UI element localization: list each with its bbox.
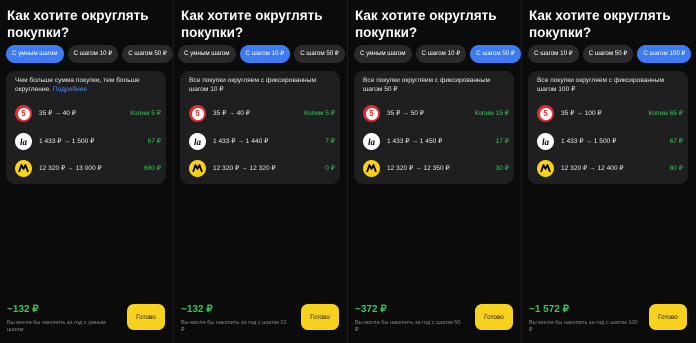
five-icon: 5 [537, 105, 554, 122]
row-amount: 1 433 ₽ → 1 500 ₽ [561, 138, 617, 145]
screen-smart-step: Как хотите округлять покупки? С умным ша… [0, 0, 174, 343]
chip-smart-step[interactable]: С умным шагом [354, 45, 412, 63]
chip-step-10[interactable]: С шагом 10 ₽ [528, 45, 579, 63]
step-chip-group: С умным шагом С шагом 10 ₽ С шагом 50 ₽ [354, 45, 521, 63]
page-title: Как хотите округлять покупки? [7, 8, 149, 40]
description-text: Все покупки округляем с фиксированным ша… [189, 77, 316, 93]
done-button[interactable]: Готово [127, 304, 165, 330]
yearly-note: Вы могли бы накопить за год с шагом 100 … [529, 320, 638, 333]
yearly-total: ~132 ₽ [181, 304, 213, 315]
row-amount: 12 320 ₽ → 12 350 ₽ [387, 165, 450, 172]
rounding-card: Все покупки округляем с фиксированным ша… [354, 71, 514, 184]
example-row: 5 35 ₽ → 40 ₽ Копим 5 ₽ [15, 105, 161, 123]
example-row: 5 35 ₽ → 40 ₽ Копим 5 ₽ [189, 105, 335, 123]
la-icon: la [537, 133, 554, 150]
step-chip-group: С шагом 10 ₽ С шагом 50 ₽ С шагом 100 ₽ [528, 45, 692, 63]
yearly-note: Вы могли бы накопить за год с шагом 50 ₽ [355, 320, 461, 333]
chip-step-50[interactable]: С шагом 50 ₽ [582, 45, 634, 63]
row-amount: 35 ₽ → 100 ₽ [561, 110, 602, 117]
chip-smart-step[interactable]: С умным шагом [178, 45, 236, 63]
screens-strip: Как хотите округлять покупки? С умным ша… [0, 0, 696, 343]
chip-step-10[interactable]: С шагом 10 ₽ [415, 45, 467, 63]
row-amount: 35 ₽ → 40 ₽ [39, 110, 76, 117]
rounding-description: Все покупки округляем с фиксированным ша… [537, 76, 683, 94]
chip-step-100[interactable]: С шагом 100 ₽ [637, 45, 692, 63]
yearly-note: Вы могли бы накопить за год с шагом 10 ₽ [181, 320, 287, 333]
rounding-description: Все покупки округляем с фиксированным ша… [363, 76, 509, 94]
chip-step-10[interactable]: С шагом 10 ₽ [67, 45, 119, 63]
example-row: 12 320 ₽ → 12 400 ₽ 80 ₽ [537, 160, 683, 178]
row-amount: 12 320 ₽ → 12 400 ₽ [561, 165, 624, 172]
page-title: Как хотите округлять покупки? [529, 8, 671, 40]
row-amount: 1 433 ₽ → 1 450 ₽ [387, 138, 443, 145]
step-chip-group: С умным шагом С шагом 10 ₽ С шагом 50 ₽ [178, 45, 345, 63]
row-save: 17 ₽ [495, 138, 509, 145]
chip-step-50[interactable]: С шагом 50 ₽ [122, 45, 173, 63]
done-button[interactable]: Готово [649, 304, 687, 330]
more-link[interactable]: Подробнее [53, 86, 87, 93]
example-row: la 1 433 ₽ → 1 440 ₽ 7 ₽ [189, 133, 335, 151]
screen-step-50: Как хотите округлять покупки? С умным ша… [348, 0, 522, 343]
done-button[interactable]: Готово [475, 304, 513, 330]
row-save: 80 ₽ [669, 165, 683, 172]
rounding-card: Все покупки округляем с фиксированным ша… [528, 71, 688, 184]
done-button[interactable]: Готово [301, 304, 339, 330]
example-row: 12 320 ₽ → 13 000 ₽ 680 ₽ [15, 160, 161, 178]
row-save: 30 ₽ [495, 165, 509, 172]
screen-step-10: Как хотите округлять покупки? С умным ша… [174, 0, 348, 343]
page-title: Как хотите округлять покупки? [355, 8, 497, 40]
yearly-total: ~372 ₽ [355, 304, 387, 315]
example-row: 12 320 ₽ → 12 350 ₽ 30 ₽ [363, 160, 509, 178]
example-row: 5 35 ₽ → 50 ₽ Копим 15 ₽ [363, 105, 509, 123]
row-amount: 12 320 ₽ → 12 320 ₽ [213, 165, 276, 172]
five-icon: 5 [363, 105, 380, 122]
chip-step-50[interactable]: С шагом 50 ₽ [294, 45, 345, 63]
example-row: la 1 433 ₽ → 1 450 ₽ 17 ₽ [363, 133, 509, 151]
step-chip-group: С умным шагом С шагом 10 ₽ С шагом 50 ₽ [6, 45, 173, 63]
description-text: Все покупки округляем с фиксированным ша… [537, 77, 664, 93]
five-icon: 5 [15, 105, 32, 122]
row-amount: 1 433 ₽ → 1 500 ₽ [39, 138, 95, 145]
yearly-total: ~1 572 ₽ [529, 304, 570, 315]
row-amount: 35 ₽ → 50 ₽ [387, 110, 424, 117]
yearly-note: Вы могли бы накопить за год с умным шаго… [7, 320, 106, 333]
row-save: 0 ₽ [325, 165, 335, 172]
description-text: Все покупки округляем с фиксированным ша… [363, 77, 490, 93]
screen-step-100: Как хотите округлять покупки? С шагом 10… [522, 0, 696, 343]
ym-icon [363, 160, 380, 177]
five-icon: 5 [189, 105, 206, 122]
row-amount: 1 433 ₽ → 1 440 ₽ [213, 138, 269, 145]
example-row: 5 35 ₽ → 100 ₽ Копим 65 ₽ [537, 105, 683, 123]
page-title: Как хотите округлять покупки? [181, 8, 323, 40]
la-icon: la [15, 133, 32, 150]
la-icon: la [363, 133, 380, 150]
rounding-card: Чем больше сумма покупки, тем больше окр… [6, 71, 166, 184]
row-save: Копим 65 ₽ [648, 110, 684, 117]
chip-step-10[interactable]: С шагом 10 ₽ [239, 45, 291, 63]
la-icon: la [189, 133, 206, 150]
example-row: 12 320 ₽ → 12 320 ₽ 0 ₽ [189, 160, 335, 178]
chip-smart-step[interactable]: С умным шагом [6, 45, 64, 63]
chip-step-50[interactable]: С шагом 50 ₽ [470, 45, 521, 63]
row-save: 67 ₽ [147, 138, 161, 145]
row-save: Копим 5 ₽ [304, 110, 335, 117]
rounding-card: Все покупки округляем с фиксированным ша… [180, 71, 340, 184]
rounding-description: Чем больше сумма покупки, тем больше окр… [15, 76, 161, 94]
ym-icon [537, 160, 554, 177]
row-save: Копим 15 ₽ [474, 110, 510, 117]
rounding-description: Все покупки округляем с фиксированным ша… [189, 76, 335, 94]
row-amount: 35 ₽ → 40 ₽ [213, 110, 250, 117]
row-save: 7 ₽ [325, 138, 335, 145]
example-row: la 1 433 ₽ → 1 500 ₽ 67 ₽ [15, 133, 161, 151]
ym-icon [15, 160, 32, 177]
row-amount: 12 320 ₽ → 13 000 ₽ [39, 165, 102, 172]
yearly-total: ~132 ₽ [7, 304, 39, 315]
row-save: 680 ₽ [143, 165, 161, 172]
row-save: Копим 5 ₽ [130, 110, 161, 117]
row-save: 67 ₽ [669, 138, 683, 145]
example-row: la 1 433 ₽ → 1 500 ₽ 67 ₽ [537, 133, 683, 151]
ym-icon [189, 160, 206, 177]
